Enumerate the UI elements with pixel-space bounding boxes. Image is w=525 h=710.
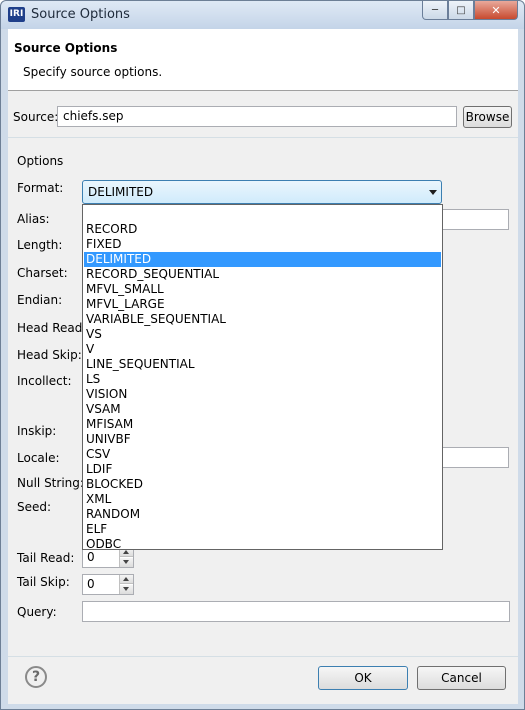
incollect-label: Incollect: bbox=[17, 374, 72, 388]
query-label: Query: bbox=[17, 605, 57, 619]
minimize-button[interactable]: ─ bbox=[422, 1, 448, 20]
spin-down-icon bbox=[123, 587, 129, 591]
window-title: Source Options bbox=[31, 7, 130, 22]
format-option[interactable]: VARIABLE_SEQUENTIAL bbox=[84, 312, 441, 327]
header-title: Source Options bbox=[14, 41, 118, 55]
null-string-label: Null String: bbox=[17, 476, 84, 490]
format-option[interactable]: RECORD bbox=[84, 222, 441, 237]
format-option[interactable]: RECORD_SEQUENTIAL bbox=[84, 267, 441, 282]
format-dropdown-list: RECORD FIXED DELIMITED RECORD_SEQUENTIAL MFV… bbox=[82, 204, 443, 552]
header-description: Specify source options. bbox=[23, 65, 163, 79]
dialog-client-area: Source Options Specify source options. S… bbox=[8, 29, 518, 704]
format-option[interactable]: XML bbox=[84, 492, 441, 507]
head-skip-label: Head Skip: bbox=[17, 348, 82, 362]
format-selected-value: DELIMITED bbox=[88, 185, 154, 199]
endian-label: Endian: bbox=[17, 293, 63, 307]
format-option[interactable]: LS bbox=[84, 372, 441, 387]
close-icon: ✕ bbox=[491, 3, 501, 17]
format-option[interactable]: FIXED bbox=[84, 237, 441, 252]
tail-skip-increment[interactable] bbox=[120, 575, 133, 584]
tail-read-decrement[interactable] bbox=[120, 558, 133, 567]
close-button[interactable]: ✕ bbox=[474, 1, 518, 20]
format-option[interactable]: UNIVBF bbox=[84, 432, 441, 447]
source-input[interactable]: chiefs.sep bbox=[57, 106, 457, 127]
format-option[interactable]: MFVL_SMALL bbox=[84, 282, 441, 297]
format-option[interactable]: LDIF bbox=[84, 462, 441, 477]
seed-label: Seed: bbox=[17, 500, 52, 514]
locale-label: Locale: bbox=[17, 451, 60, 465]
alias-input[interactable] bbox=[442, 209, 509, 230]
tail-read-value: 0 bbox=[87, 550, 95, 564]
title-bar[interactable]: IRI Source Options ─ □ ✕ bbox=[1, 1, 524, 29]
tail-skip-spin-buttons bbox=[119, 575, 133, 594]
tail-skip-spinner[interactable]: 0 bbox=[82, 574, 134, 595]
ok-button[interactable]: OK bbox=[318, 666, 408, 690]
format-option[interactable]: VSAM bbox=[84, 402, 441, 417]
format-option[interactable]: V bbox=[84, 342, 441, 357]
iri-app-icon: IRI bbox=[8, 7, 25, 22]
locale-input[interactable] bbox=[442, 447, 509, 468]
tail-skip-label: Tail Skip: bbox=[17, 575, 70, 589]
source-options-window: IRI Source Options ─ □ ✕ Source Options … bbox=[0, 0, 525, 710]
length-label: Length: bbox=[17, 238, 63, 252]
format-option[interactable]: VS bbox=[84, 327, 441, 342]
inskip-label: Inskip: bbox=[17, 424, 57, 438]
format-select[interactable]: DELIMITED bbox=[82, 180, 442, 204]
query-input[interactable] bbox=[82, 601, 510, 622]
charset-label: Charset: bbox=[17, 266, 68, 280]
format-option[interactable]: VISION bbox=[84, 387, 441, 402]
divider bbox=[8, 137, 518, 138]
format-option[interactable]: MFISAM bbox=[84, 417, 441, 432]
window-controls: ─ □ ✕ bbox=[422, 1, 518, 20]
options-group-label: Options bbox=[17, 154, 64, 168]
minimize-icon: ─ bbox=[431, 4, 439, 16]
format-option[interactable]: LINE_SEQUENTIAL bbox=[84, 357, 441, 372]
dialog-header: Source Options Specify source options. bbox=[8, 29, 518, 91]
format-option[interactable]: ELF bbox=[84, 522, 441, 537]
cancel-button[interactable]: Cancel bbox=[417, 666, 506, 690]
tail-skip-value: 0 bbox=[87, 577, 95, 591]
alias-label: Alias: bbox=[17, 212, 50, 226]
format-option[interactable] bbox=[84, 207, 441, 222]
footer-divider bbox=[8, 656, 518, 657]
format-option[interactable]: BLOCKED bbox=[84, 477, 441, 492]
format-option[interactable]: RANDOM bbox=[84, 507, 441, 522]
chevron-down-icon bbox=[429, 190, 437, 195]
maximize-button[interactable]: □ bbox=[448, 1, 474, 20]
spin-down-icon bbox=[123, 560, 129, 564]
browse-button[interactable]: Browse bbox=[463, 106, 512, 128]
format-label: Format: bbox=[17, 181, 64, 195]
format-option[interactable]: MFVL_LARGE bbox=[84, 297, 441, 312]
head-read-label: Head Read: bbox=[17, 321, 87, 335]
spin-up-icon bbox=[123, 577, 129, 581]
source-label: Source: bbox=[13, 110, 59, 124]
maximize-icon: □ bbox=[456, 4, 466, 16]
format-option[interactable]: CSV bbox=[84, 447, 441, 462]
tail-read-label: Tail Read: bbox=[17, 551, 75, 565]
format-option[interactable]: DELIMITED bbox=[84, 252, 441, 267]
tail-skip-decrement[interactable] bbox=[120, 585, 133, 594]
help-icon[interactable]: ? bbox=[25, 666, 47, 688]
format-option[interactable]: ODBC bbox=[84, 537, 441, 552]
